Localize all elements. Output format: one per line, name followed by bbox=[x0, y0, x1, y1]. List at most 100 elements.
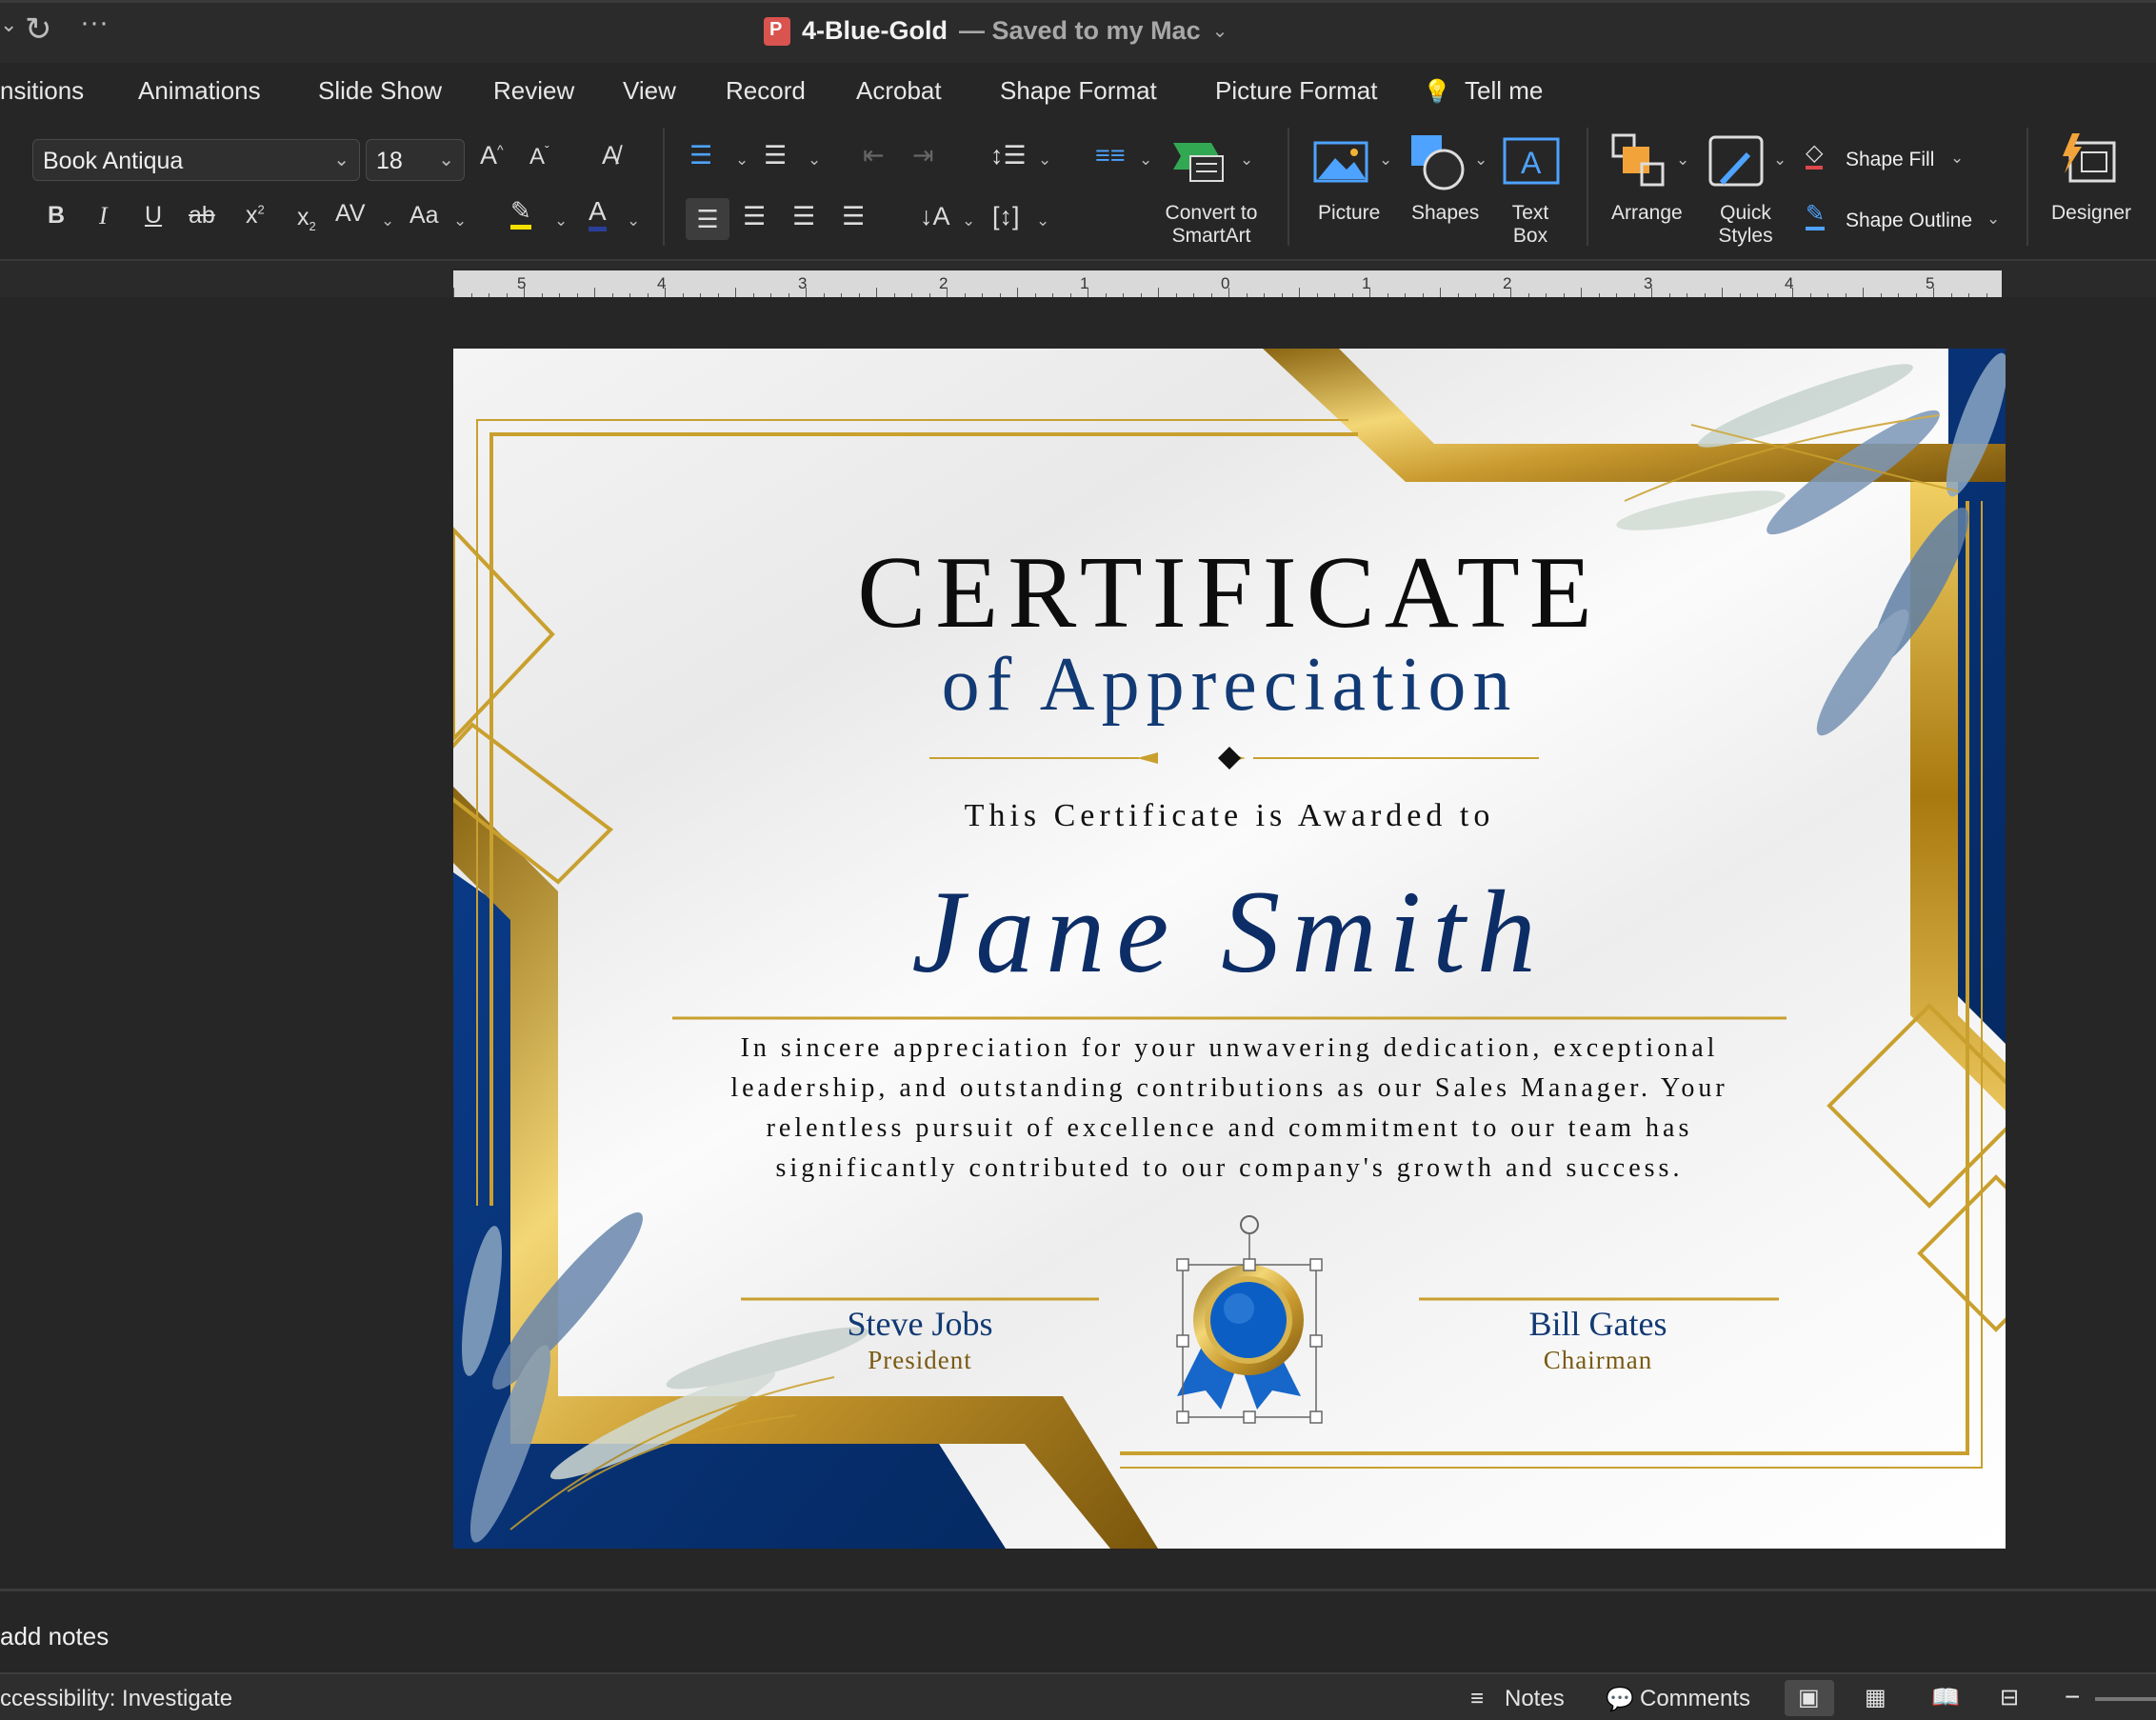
more-commands-icon[interactable]: ··· bbox=[80, 7, 109, 39]
notes-toggle-button[interactable]: Notes bbox=[1505, 1686, 1565, 1712]
bullets-icon[interactable]: ☰ bbox=[689, 141, 712, 170]
tab-picture-format[interactable]: Picture Format bbox=[1215, 76, 1378, 106]
signer1-name[interactable]: Steve Jobs bbox=[739, 1304, 1101, 1344]
notes-toggle-icon[interactable]: ≡ bbox=[1470, 1686, 1484, 1712]
notes-placeholder[interactable]: add notes bbox=[0, 1622, 109, 1651]
line-spacing-icon[interactable]: ↕☰ bbox=[990, 141, 1027, 170]
chevron-down-icon[interactable]: ⌄ bbox=[808, 150, 821, 170]
font-name-select[interactable]: Book Antiqua ⌄ bbox=[32, 139, 360, 181]
designer-button[interactable]: Designer bbox=[2051, 202, 2131, 225]
notes-pane[interactable]: add notes bbox=[0, 1589, 2156, 1672]
chevron-down-icon[interactable]: ⌄ bbox=[962, 211, 975, 230]
underline-button[interactable]: U bbox=[145, 202, 162, 230]
text-box-button[interactable]: Text Box bbox=[1507, 202, 1554, 248]
columns-icon[interactable]: ≡≡ bbox=[1095, 141, 1126, 170]
numbering-icon[interactable]: ☰ bbox=[764, 141, 787, 170]
tab-view[interactable]: View bbox=[623, 76, 676, 106]
align-text-icon[interactable]: [↕] bbox=[992, 202, 1020, 231]
tab-acrobat[interactable]: Acrobat bbox=[856, 76, 942, 106]
recipient-name[interactable]: Jane Smith bbox=[453, 865, 2006, 1000]
redo-icon[interactable]: ↻ bbox=[25, 10, 52, 49]
zoom-out-icon[interactable]: − bbox=[2065, 1682, 2080, 1712]
grow-font-button[interactable]: A^ bbox=[480, 141, 504, 170]
bold-button[interactable]: B bbox=[48, 202, 65, 230]
shapes-icon[interactable] bbox=[1409, 133, 1470, 190]
font-color-icon[interactable]: A bbox=[589, 196, 607, 231]
shape-fill-button[interactable]: Shape Fill bbox=[1846, 149, 1934, 171]
signer2-role[interactable]: Chairman bbox=[1417, 1346, 1779, 1375]
justify-icon[interactable]: ☰ bbox=[842, 202, 865, 231]
document-title[interactable]: 4-Blue-Gold — Saved to my Mac ⌄ bbox=[764, 16, 1228, 46]
slide-sorter-button[interactable]: ▦ bbox=[1855, 1680, 1905, 1716]
tab-animations[interactable]: Animations bbox=[138, 76, 261, 106]
reading-view-button[interactable]: 📖 bbox=[1922, 1680, 1971, 1716]
certificate-body[interactable]: In sincere appreciation for your unwaver… bbox=[720, 1029, 1739, 1189]
shapes-button[interactable]: Shapes bbox=[1411, 202, 1479, 225]
signer1-role[interactable]: President bbox=[739, 1346, 1101, 1375]
text-box-icon[interactable]: A bbox=[1501, 137, 1562, 185]
chevron-down-icon[interactable]: ⌄ bbox=[1240, 150, 1253, 170]
accessibility-status[interactable]: ccessibility: Investigate bbox=[0, 1686, 232, 1712]
signer2-name[interactable]: Bill Gates bbox=[1417, 1304, 1779, 1344]
slide[interactable]: CERTIFICATE of Appreciation This Certifi… bbox=[453, 349, 2006, 1549]
align-right-icon[interactable]: ☰ bbox=[792, 202, 815, 231]
convert-smartart-button[interactable]: Convert to SmartArt bbox=[1158, 202, 1265, 248]
chevron-down-icon[interactable]: ⌄ bbox=[1676, 150, 1689, 170]
change-case-button[interactable]: Aa bbox=[409, 202, 439, 230]
character-spacing-button[interactable]: AV bbox=[335, 200, 366, 228]
shrink-font-button[interactable]: Aˇ bbox=[529, 143, 549, 170]
certificate-subtitle[interactable]: of Appreciation bbox=[453, 642, 2006, 729]
tab-slide-show[interactable]: Slide Show bbox=[318, 76, 442, 106]
zoom-slider[interactable] bbox=[2095, 1697, 2156, 1701]
chevron-down-icon[interactable]: ⌄ bbox=[1038, 150, 1051, 170]
tell-me-search[interactable]: Tell me bbox=[1465, 76, 1543, 106]
chevron-down-icon[interactable]: ⌄ bbox=[1986, 210, 2000, 229]
chevron-down-icon[interactable]: ⌄ bbox=[735, 150, 749, 170]
ribbon-medal-icon bbox=[1177, 1265, 1304, 1410]
arrange-icon[interactable] bbox=[1609, 133, 1670, 190]
chevron-down-icon[interactable]: ⌄ bbox=[1379, 150, 1392, 170]
strikethrough-button[interactable]: ab bbox=[189, 202, 215, 230]
chevron-down-icon[interactable]: ⌄ bbox=[627, 211, 640, 230]
tab-shape-format[interactable]: Shape Format bbox=[1000, 76, 1157, 106]
chevron-down-icon[interactable]: ⌄ bbox=[554, 211, 568, 230]
tab-review[interactable]: Review bbox=[493, 76, 574, 106]
arrange-button[interactable]: Arrange bbox=[1611, 202, 1683, 225]
chevron-down-icon[interactable]: ⌄ bbox=[1139, 150, 1152, 170]
slideshow-button[interactable]: ⊟ bbox=[1990, 1680, 2040, 1716]
clear-formatting-icon[interactable]: A̸ bbox=[602, 141, 619, 170]
italic-button[interactable]: I bbox=[99, 202, 108, 230]
undo-chevron-icon[interactable]: ⌄ bbox=[0, 12, 17, 37]
shape-fill-icon[interactable]: ◇ bbox=[1806, 141, 1824, 170]
chevron-down-icon[interactable]: ⌄ bbox=[1950, 149, 1964, 168]
align-center-icon[interactable]: ☰ bbox=[743, 202, 766, 231]
superscript-button[interactable]: x2 bbox=[246, 202, 265, 230]
picture-button[interactable]: Picture bbox=[1318, 202, 1380, 225]
chevron-down-icon[interactable]: ⌄ bbox=[1474, 150, 1487, 170]
chevron-down-icon[interactable]: ⌄ bbox=[1773, 150, 1787, 170]
font-size-select[interactable]: 18 ⌄ bbox=[366, 139, 465, 181]
highlight-color-icon[interactable]: ✎ bbox=[510, 196, 531, 230]
awarded-to-text[interactable]: This Certificate is Awarded to bbox=[453, 798, 2006, 834]
text-direction-icon[interactable]: ↓A bbox=[920, 202, 950, 231]
align-left-button[interactable]: ☰ bbox=[686, 198, 729, 240]
picture-icon[interactable] bbox=[1312, 137, 1369, 185]
chevron-down-icon[interactable]: ⌄ bbox=[1036, 211, 1049, 230]
shape-outline-icon[interactable]: ✎ bbox=[1806, 202, 1826, 230]
certificate-title[interactable]: CERTIFICATE bbox=[453, 534, 2006, 652]
smartart-icon[interactable] bbox=[1169, 137, 1227, 185]
decrease-indent-icon[interactable]: ⇤ bbox=[863, 141, 885, 170]
increase-indent-icon[interactable]: ⇥ bbox=[912, 141, 934, 170]
chevron-down-icon[interactable]: ⌄ bbox=[381, 211, 394, 230]
tab-record[interactable]: Record bbox=[726, 76, 806, 106]
shape-outline-button[interactable]: Shape Outline bbox=[1846, 210, 1972, 232]
tab-transitions[interactable]: nsitions bbox=[0, 76, 84, 106]
normal-view-button[interactable]: ▣ bbox=[1785, 1680, 1834, 1716]
designer-icon[interactable] bbox=[2059, 131, 2120, 189]
chevron-down-icon[interactable]: ⌄ bbox=[453, 211, 467, 230]
subscript-button[interactable]: x2 bbox=[297, 204, 316, 233]
quick-styles-icon[interactable] bbox=[1707, 133, 1767, 190]
comments-button[interactable]: Comments bbox=[1640, 1686, 1750, 1712]
comments-icon[interactable]: 💬 bbox=[1606, 1686, 1634, 1713]
quick-styles-button[interactable]: Quick Styles bbox=[1714, 202, 1777, 248]
